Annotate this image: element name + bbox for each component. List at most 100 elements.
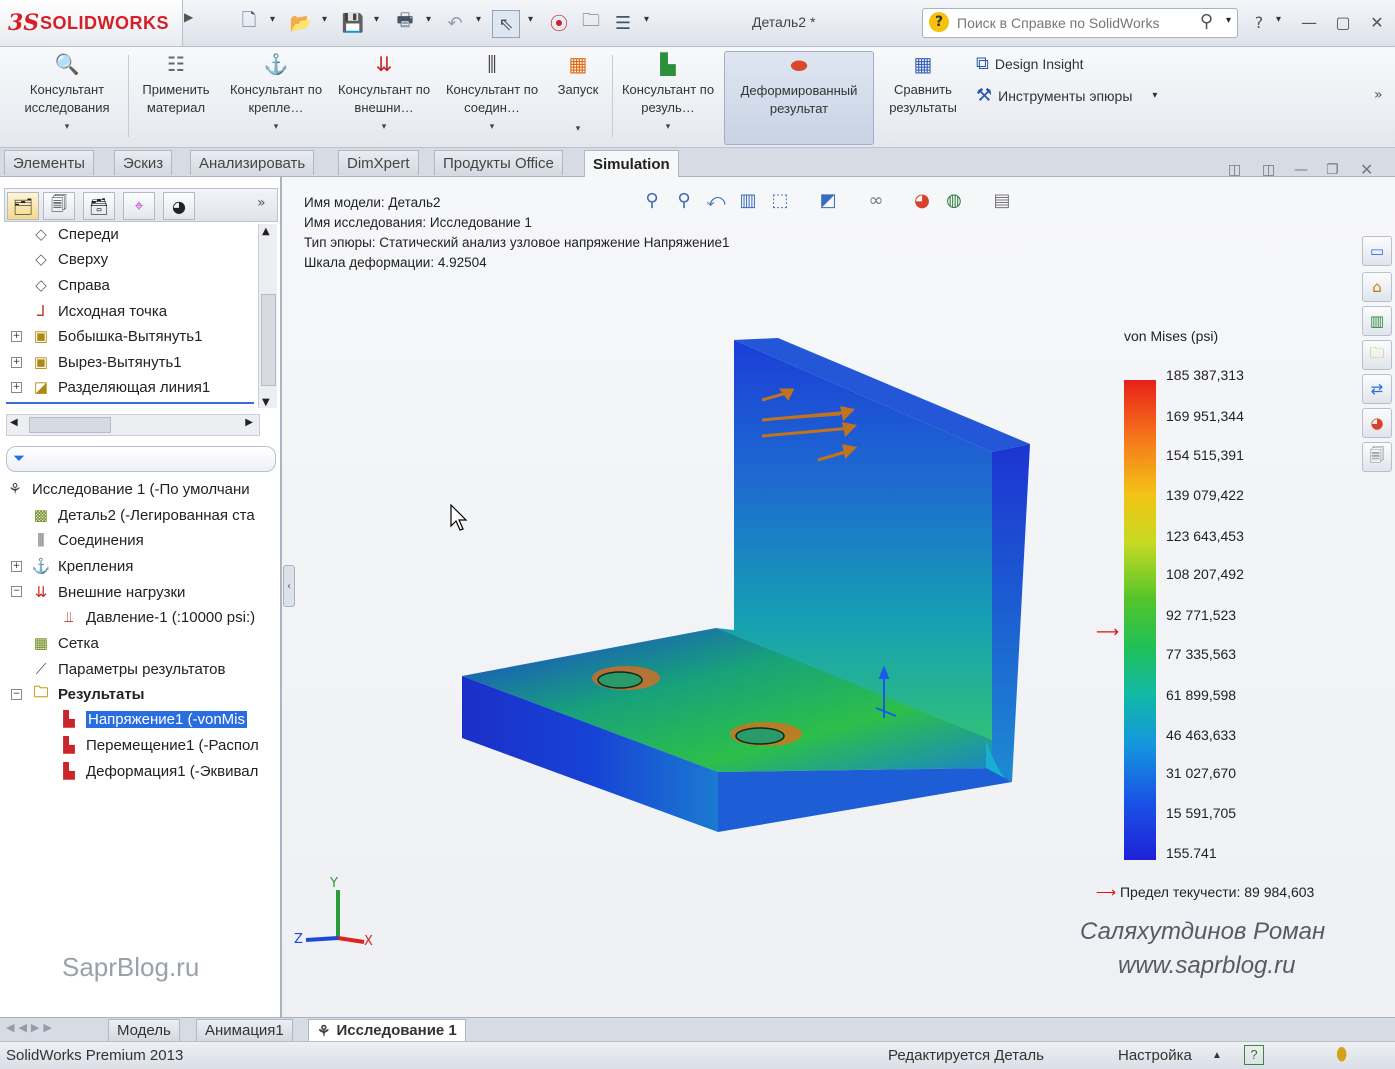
study-advisor-dropdown-icon[interactable]: ▾ (10, 117, 124, 135)
study-advisor-button[interactable]: 🔍 Консультант исследования ▾ (10, 51, 124, 143)
viewport-close-icon[interactable]: ✕ (1360, 160, 1373, 179)
tree-filter-input[interactable]: ⏷ (6, 446, 276, 472)
plot-tools-dropdown-icon[interactable]: ▾ (1152, 90, 1157, 101)
tab-simulation[interactable]: Simulation (584, 150, 679, 178)
run-button[interactable]: ▦ Запуск ▾ (548, 51, 608, 143)
fixtures-advisor-dropdown-icon[interactable]: ▾ (224, 117, 328, 135)
design-insight-button[interactable]: ⧉ Design Insight (976, 53, 1084, 74)
view-orientation-icon[interactable]: ⬚ (768, 188, 792, 212)
undo-icon[interactable]: ↶ (442, 10, 468, 36)
tree-item-mesh[interactable]: ▦ Сетка (30, 631, 99, 655)
home-icon[interactable]: ⌂ (1362, 272, 1392, 302)
file-explorer-icon[interactable]: 🗀 (1362, 340, 1392, 370)
tab-features[interactable]: Элементы (4, 150, 94, 175)
tree-item-pressure[interactable]: ⫫ Давление-1 (:10000 psi:) (58, 605, 255, 629)
tab-study[interactable]: ⚘ Исследование 1 (308, 1019, 466, 1042)
rollback-bar[interactable] (6, 402, 254, 404)
tree-item-external-loads[interactable]: ⇊ Внешние нагрузки (30, 580, 186, 604)
scroll-thumb[interactable] (261, 294, 276, 386)
open-dropdown-icon[interactable]: ▾ (322, 14, 327, 25)
tree-item-study[interactable]: ⚘ Исследование 1 (-По умолчани (4, 477, 249, 501)
scroll-thumb[interactable] (29, 417, 111, 433)
save-icon[interactable]: 💾 (340, 10, 366, 36)
apply-material-button[interactable]: ☷ Применить материал (134, 51, 218, 143)
feature-tree-tab-icon[interactable]: 🗂 (7, 192, 39, 220)
zoom-to-area-icon[interactable]: ⚲ (672, 188, 696, 212)
select-dropdown-icon[interactable]: ▾ (528, 14, 533, 25)
solidworks-logo[interactable]: 3S SOLIDWORKS (0, 0, 183, 46)
tab-navigation-arrows-icon[interactable]: ◀◀▶▶ (6, 1021, 56, 1034)
minimize-icon[interactable]: — (1296, 10, 1322, 34)
tree-item-connections[interactable]: ⫼ Соединения (30, 528, 144, 552)
print-icon[interactable]: 🖶 (392, 10, 418, 36)
appearances-icon[interactable]: ◕ (1362, 408, 1392, 438)
tab-evaluate[interactable]: Анализировать (190, 150, 315, 175)
options-dropdown-icon[interactable]: ▾ (644, 14, 649, 25)
property-manager-tab-icon[interactable]: 🗐 (43, 192, 75, 220)
select-cursor-icon[interactable]: ⇖ (492, 10, 520, 38)
tree-item-top-plane[interactable]: ◇ Сверху (30, 247, 108, 271)
print-dropdown-icon[interactable]: ▾ (426, 14, 431, 25)
hide-show-items-icon[interactable]: ∞ (864, 188, 888, 212)
panel-overflow-icon[interactable]: » (257, 195, 266, 211)
section-view-icon[interactable]: ▥ (736, 188, 760, 212)
help-dropdown-icon[interactable]: ▾ (1276, 14, 1281, 25)
solidworks-resources-icon[interactable]: ▭ (1362, 236, 1392, 266)
viewport-restore-icon[interactable]: ❐ (1326, 162, 1339, 178)
tree-item-part[interactable]: ▩ Деталь2 (-Легированная ста (30, 503, 255, 527)
expand-icon[interactable]: + (11, 357, 22, 368)
stress-plot-model[interactable] (440, 320, 1060, 850)
split-view-vertical-icon[interactable]: ◫ (1262, 162, 1275, 178)
collapse-icon[interactable]: − (11, 689, 22, 700)
new-document-icon[interactable]: 🗋 (236, 10, 262, 36)
tree-horizontal-scrollbar[interactable]: ◀ ▶ (6, 414, 260, 436)
expand-icon[interactable]: + (11, 331, 22, 342)
tree-item-strain1[interactable]: ▙ Деформация1 (-Эквивал (58, 759, 258, 783)
new-dropdown-icon[interactable]: ▾ (270, 14, 275, 25)
scroll-left-icon[interactable]: ◀ (10, 417, 18, 428)
tree-item-cut-extrude[interactable]: ▣ Вырез-Вытянуть1 (30, 350, 182, 374)
expand-icon[interactable]: + (11, 561, 22, 572)
save-dropdown-icon[interactable]: ▾ (374, 14, 379, 25)
run-dropdown-icon[interactable]: ▾ (548, 119, 608, 137)
file-properties-icon[interactable]: 🗀 (578, 10, 604, 36)
display-manager-tab-icon[interactable]: ◕ (163, 192, 195, 220)
expand-icon[interactable]: + (11, 382, 22, 393)
panel-collapse-handle[interactable]: ‹ (283, 565, 295, 607)
tree-item-front-plane[interactable]: ◇ Спереди (30, 222, 119, 246)
view-settings-icon[interactable]: ▤ (990, 188, 1014, 212)
connections-advisor-button[interactable]: ⫼ Консультант по соедин… ▾ (440, 51, 544, 143)
results-advisor-dropdown-icon[interactable]: ▾ (618, 117, 718, 135)
settings-up-arrow-icon[interactable]: ▲ (1212, 1050, 1222, 1061)
ribbon-overflow-icon[interactable]: » (1374, 87, 1383, 103)
zoom-to-fit-icon[interactable]: ⚲ (640, 188, 664, 212)
tree-vertical-scrollbar[interactable]: ▲ ▼ (258, 224, 277, 408)
results-advisor-button[interactable]: ▙ Консультант по резуль… ▾ (618, 51, 718, 143)
status-tooltip-icon[interactable]: ⬮ (1336, 1044, 1347, 1065)
dimxpert-manager-tab-icon[interactable]: ⌖ (123, 192, 155, 220)
options-icon[interactable]: ☰ (610, 10, 636, 36)
fixtures-advisor-button[interactable]: ⚓ Консультант по крепле… ▾ (224, 51, 328, 143)
configuration-manager-tab-icon[interactable]: 🗃 (83, 192, 115, 220)
compare-results-button[interactable]: ▦ Сравнить результаты (876, 51, 970, 143)
plot-tools-button[interactable]: ⚒ Инструменты эпюры ▾ (976, 85, 1157, 106)
previous-view-icon[interactable]: ⤺ (704, 188, 728, 212)
rebuild-traffic-light-icon[interactable]: ⦿ (546, 10, 572, 36)
collapse-icon[interactable]: − (11, 586, 22, 597)
display-style-icon[interactable]: ◩ (816, 188, 840, 212)
tree-item-split-line[interactable]: ◪ Разделяющая линия1 (30, 375, 210, 399)
maximize-icon[interactable]: ▢ (1330, 10, 1356, 34)
close-icon[interactable]: ✕ (1364, 10, 1390, 34)
custom-properties-icon[interactable]: 🗐 (1362, 442, 1392, 472)
tree-item-result-options[interactable]: ⟋ Параметры результатов (30, 657, 226, 681)
tab-dimxpert[interactable]: DimXpert (338, 150, 419, 175)
tree-item-results[interactable]: 🗀 Результаты (30, 682, 144, 706)
tab-animation[interactable]: Анимация1 (196, 1019, 293, 1042)
open-folder-icon[interactable]: 📂 (288, 10, 314, 36)
view-palette-icon[interactable]: ⇄ (1362, 374, 1392, 404)
design-library-icon[interactable]: ▥ (1362, 306, 1392, 336)
loads-advisor-button[interactable]: ⇊ Консультант по внешни… ▾ (332, 51, 436, 143)
tree-item-boss-extrude[interactable]: ▣ Бобышка-Вытянуть1 (30, 324, 203, 348)
tree-item-stress1[interactable]: ▙ Напряжение1 (-vonMis (58, 707, 247, 731)
undo-dropdown-icon[interactable]: ▾ (476, 14, 481, 25)
